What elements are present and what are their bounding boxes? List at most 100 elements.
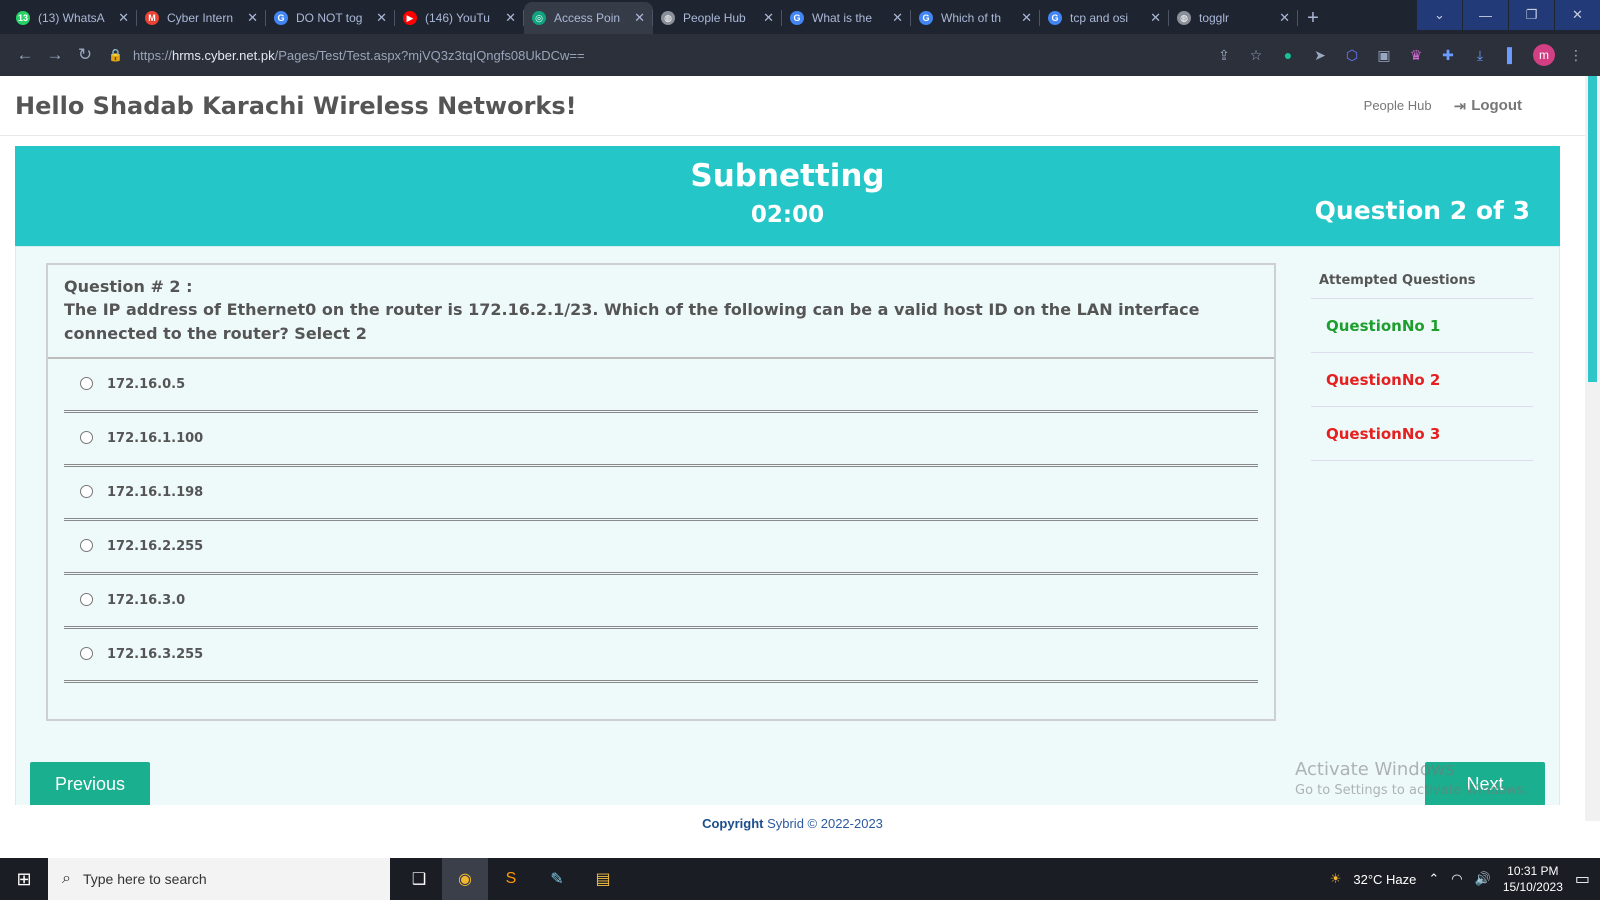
close-window-button[interactable]: ✕ xyxy=(1554,0,1600,30)
tab-title: Cyber Intern xyxy=(167,11,234,25)
browser-tab[interactable]: ◎ Access Poin ✕ xyxy=(524,2,653,34)
close-tab-icon[interactable]: ✕ xyxy=(505,10,516,26)
browser-tab[interactable]: G DO NOT tog ✕ xyxy=(266,2,395,34)
google-icon: G xyxy=(1048,11,1062,25)
minimize-button[interactable]: — xyxy=(1462,0,1508,30)
notifications-icon[interactable]: ▭ xyxy=(1575,869,1590,889)
extension-crown-icon[interactable]: ♛ xyxy=(1402,41,1430,69)
close-tab-icon[interactable]: ✕ xyxy=(763,10,774,26)
sublime-taskbar-icon[interactable]: S xyxy=(488,858,534,900)
chrome-taskbar-icon[interactable]: ◉ xyxy=(442,858,488,900)
menu-kebab-icon[interactable]: ⋮ xyxy=(1562,41,1590,69)
side-panel-icon[interactable]: ▌ xyxy=(1498,41,1526,69)
nav-links: People Hub ⇥ Logout xyxy=(1364,97,1570,115)
option-label: 172.16.1.100 xyxy=(107,431,204,446)
close-tab-icon[interactable]: ✕ xyxy=(892,10,903,26)
wifi-icon[interactable]: ◠ xyxy=(1451,871,1462,887)
tab-search-button[interactable]: ⌄ xyxy=(1416,0,1462,30)
logout-label: Logout xyxy=(1471,97,1522,114)
copyright-text: Sybrid © 2022-2023 xyxy=(763,816,883,831)
page-scrollbar[interactable] xyxy=(1585,76,1600,821)
browser-tab[interactable]: ◍ togglr ✕ xyxy=(1169,2,1298,34)
answer-option[interactable]: 172.16.0.5 xyxy=(64,359,1258,413)
back-icon[interactable]: ← xyxy=(10,40,40,70)
download-icon[interactable]: ⤓ xyxy=(1466,41,1494,69)
browser-tab[interactable]: 13 (13) WhatsA ✕ xyxy=(8,2,137,34)
people-hub-link[interactable]: People Hub xyxy=(1364,98,1432,113)
radio-button[interactable] xyxy=(80,593,93,606)
attempted-questions-panel: Attempted Questions QuestionNo 1 Question… xyxy=(1311,263,1533,461)
attempted-list: QuestionNo 1 QuestionNo 2 QuestionNo 3 xyxy=(1311,299,1533,461)
reload-icon[interactable]: ↻ xyxy=(70,40,100,70)
extension-hex-icon[interactable]: ⬡ xyxy=(1338,41,1366,69)
tab-title: Which of th xyxy=(941,11,1002,25)
extensions-puzzle-icon[interactable]: ✚ xyxy=(1434,41,1462,69)
attempted-question-link[interactable]: QuestionNo 3 xyxy=(1311,407,1533,461)
close-tab-icon[interactable]: ✕ xyxy=(1279,10,1290,26)
restore-button[interactable]: ❐ xyxy=(1508,0,1554,30)
attempted-question-link[interactable]: QuestionNo 1 xyxy=(1311,299,1533,353)
close-tab-icon[interactable]: ✕ xyxy=(634,10,645,26)
close-tab-icon[interactable]: ✕ xyxy=(1150,10,1161,26)
extensions-area: ⇪ ☆ ● ➤ ⬡ ▣ ♛ ✚ ⤓ ▌ m ⋮ xyxy=(1210,41,1590,69)
grammarly-icon[interactable]: ● xyxy=(1274,41,1302,69)
answer-option[interactable]: 172.16.2.255 xyxy=(64,521,1258,575)
weather-text[interactable]: 32°C Haze xyxy=(1353,872,1416,887)
browser-tab[interactable]: ▶ (146) YouTu ✕ xyxy=(395,2,524,34)
browser-tab[interactable]: G Which of th ✕ xyxy=(911,2,1040,34)
new-tab-button[interactable]: + xyxy=(1298,2,1328,34)
answer-options: 172.16.0.5 172.16.1.100 172.16.1.198 172.16… xyxy=(48,359,1274,683)
close-tab-icon[interactable]: ✕ xyxy=(118,10,129,26)
taskbar-search-box[interactable]: ⌕ Type here to search xyxy=(48,858,390,900)
option-label: 172.16.3.0 xyxy=(107,593,186,608)
answer-option[interactable]: 172.16.1.100 xyxy=(64,413,1258,467)
search-icon: ⌕ xyxy=(62,870,71,887)
notepad-taskbar-icon[interactable]: ✎ xyxy=(534,858,580,900)
radio-button[interactable] xyxy=(80,377,93,390)
browser-tab[interactable]: G What is the ✕ xyxy=(782,2,911,34)
forward-icon[interactable]: → xyxy=(40,40,70,70)
radio-button[interactable] xyxy=(80,485,93,498)
share-icon[interactable]: ⇪ xyxy=(1210,41,1238,69)
extension-fc-icon[interactable]: ▣ xyxy=(1370,41,1398,69)
profile-avatar[interactable]: m xyxy=(1530,41,1558,69)
browser-tab[interactable]: ◍ People Hub ✕ xyxy=(653,2,782,34)
close-tab-icon[interactable]: ✕ xyxy=(1021,10,1032,26)
close-tab-icon[interactable]: ✕ xyxy=(247,10,258,26)
attempted-question-link[interactable]: QuestionNo 2 xyxy=(1311,353,1533,407)
logout-link[interactable]: ⇥ Logout xyxy=(1454,97,1522,115)
windows-start-icon[interactable]: ⊞ xyxy=(0,858,48,900)
browser-tab[interactable]: M Cyber Intern ✕ xyxy=(137,2,266,34)
answer-option[interactable]: 172.16.1.198 xyxy=(64,467,1258,521)
url-scheme: https:// xyxy=(132,47,172,63)
tab-title: togglr xyxy=(1199,11,1230,25)
chevron-up-icon[interactable]: ⌃ xyxy=(1428,871,1439,887)
weather-icon[interactable]: ☀ xyxy=(1330,871,1342,887)
clock-time: 10:31 PM xyxy=(1507,864,1559,878)
footer: Copyright Sybrid © 2022-2023 xyxy=(0,805,1585,845)
volume-icon[interactable]: 🔊 xyxy=(1475,871,1491,887)
previous-button[interactable]: Previous xyxy=(30,762,150,806)
answer-option[interactable]: 172.16.3.0 xyxy=(64,575,1258,629)
globe-icon: ◍ xyxy=(661,11,675,25)
system-tray: ☀ 32°C Haze ⌃ ◠ 🔊 10:31 PM 15/10/2023 ▭ xyxy=(1330,863,1600,895)
greeting-title: Hello Shadab Karachi Wireless Networks! xyxy=(15,91,577,120)
browser-toolbar: ← → ↻ 🔒 https://hrms.cyber.net.pk/Pages/… xyxy=(0,34,1600,76)
browser-tab[interactable]: Gtcp and osi ✕ xyxy=(1040,2,1169,34)
file-explorer-taskbar-icon[interactable]: ▤ xyxy=(580,858,626,900)
page: Hello Shadab Karachi Wireless Networks! … xyxy=(0,76,1585,845)
clock-date: 15/10/2023 xyxy=(1502,880,1563,894)
option-label: 172.16.2.255 xyxy=(107,539,204,554)
scrollbar-thumb[interactable] xyxy=(1588,76,1597,382)
radio-button[interactable] xyxy=(80,647,93,660)
radio-button[interactable] xyxy=(80,431,93,444)
radio-button[interactable] xyxy=(80,539,93,552)
logout-icon: ⇥ xyxy=(1453,97,1467,115)
taskbar-clock[interactable]: 10:31 PM 15/10/2023 xyxy=(1503,863,1563,895)
bookmark-star-icon[interactable]: ☆ xyxy=(1242,41,1270,69)
extension-cursor-icon[interactable]: ➤ xyxy=(1306,41,1334,69)
answer-option[interactable]: 172.16.3.255 xyxy=(64,629,1258,683)
close-tab-icon[interactable]: ✕ xyxy=(376,10,387,26)
address-bar[interactable]: 🔒 https://hrms.cyber.net.pk/Pages/Test/T… xyxy=(108,40,668,70)
task-view-icon[interactable]: ❑ xyxy=(396,858,442,900)
